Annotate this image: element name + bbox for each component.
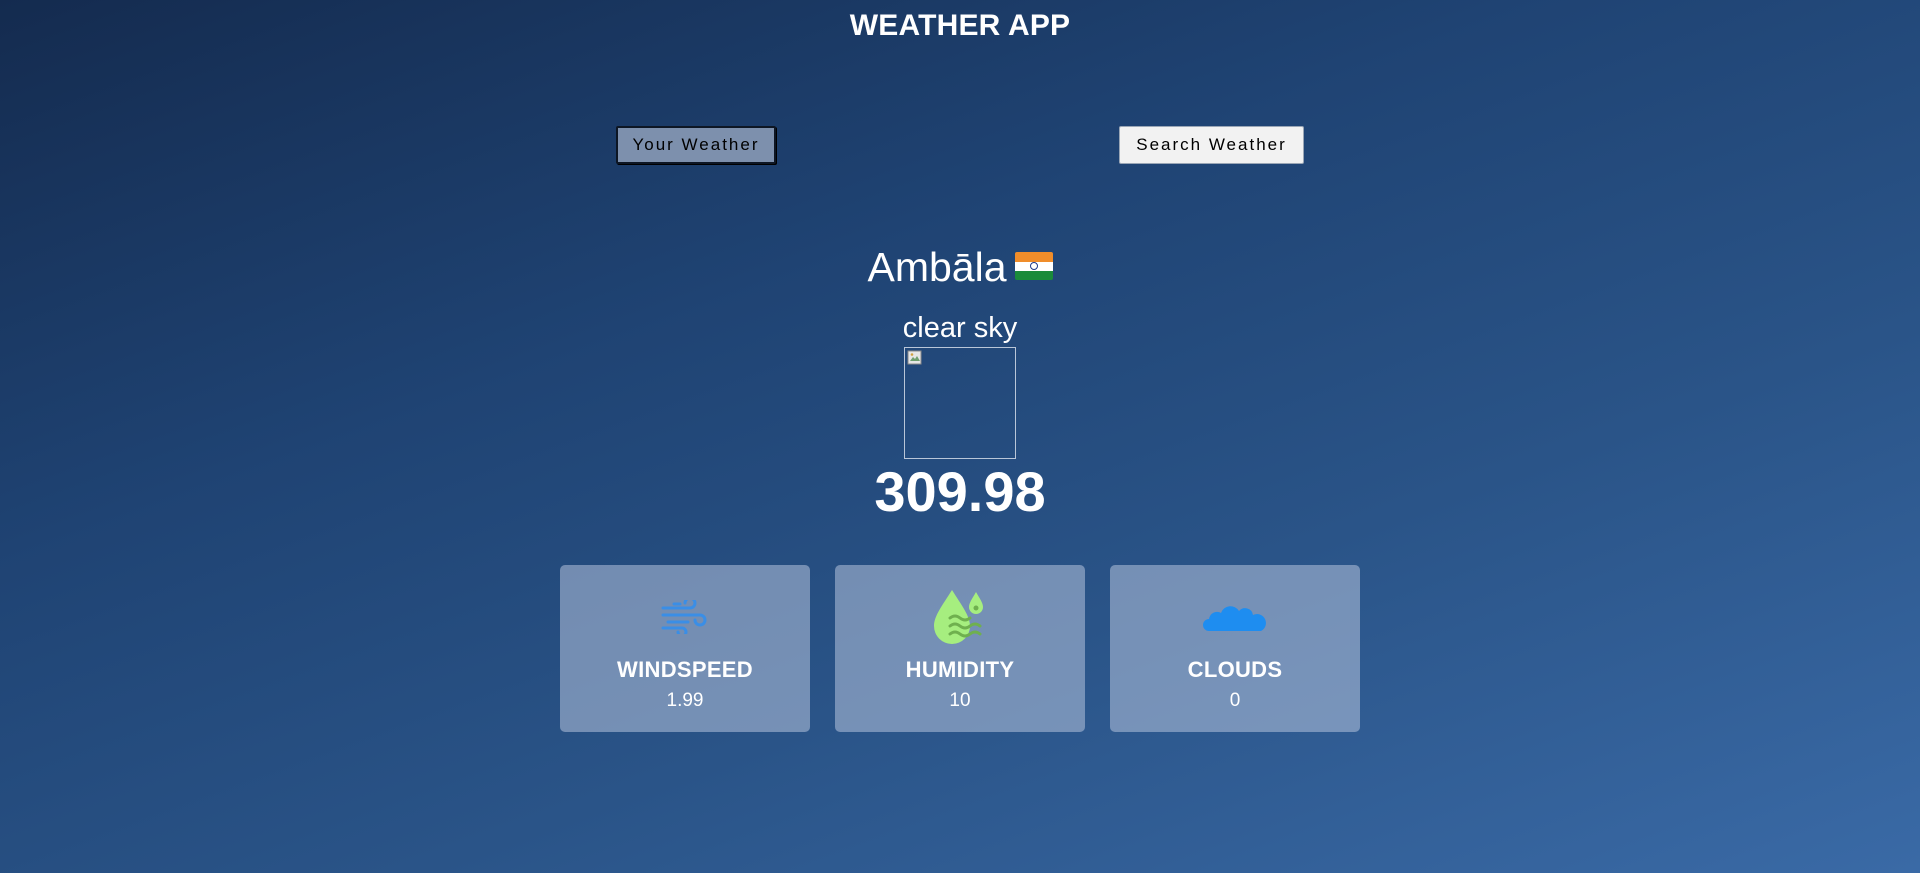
humidity-drop-icon (934, 590, 983, 644)
humidity-value: 10 (949, 690, 971, 711)
humidity-card: HUMIDITY 10 (835, 565, 1085, 732)
clouds-label: CLOUDS (1187, 657, 1283, 682)
weather-icon-image (904, 347, 1016, 459)
clouds-card: CLOUDS 0 (1110, 565, 1360, 732)
windspeed-card: WINDSPEED 1.99 (560, 565, 810, 732)
city-name: Ambāla (867, 244, 1007, 290)
location-row: Ambāla (0, 242, 1920, 292)
broken-image-icon (907, 350, 922, 365)
app-title: WEATHER APP (849, 9, 1071, 42)
search-weather-tab[interactable]: Search Weather (1119, 126, 1304, 164)
weather-description: clear sky (902, 312, 1018, 344)
cloud-icon (1203, 606, 1266, 631)
temperature-value: 309.98 (874, 460, 1046, 523)
wind-icon (661, 600, 707, 634)
windspeed-label: WINDSPEED (617, 657, 753, 682)
your-weather-tab[interactable]: Your Weather (616, 126, 776, 164)
windspeed-value: 1.99 (666, 690, 704, 711)
humidity-label: HUMIDITY (905, 657, 1015, 682)
clouds-value: 0 (1229, 690, 1241, 711)
india-flag-icon (1014, 252, 1053, 281)
